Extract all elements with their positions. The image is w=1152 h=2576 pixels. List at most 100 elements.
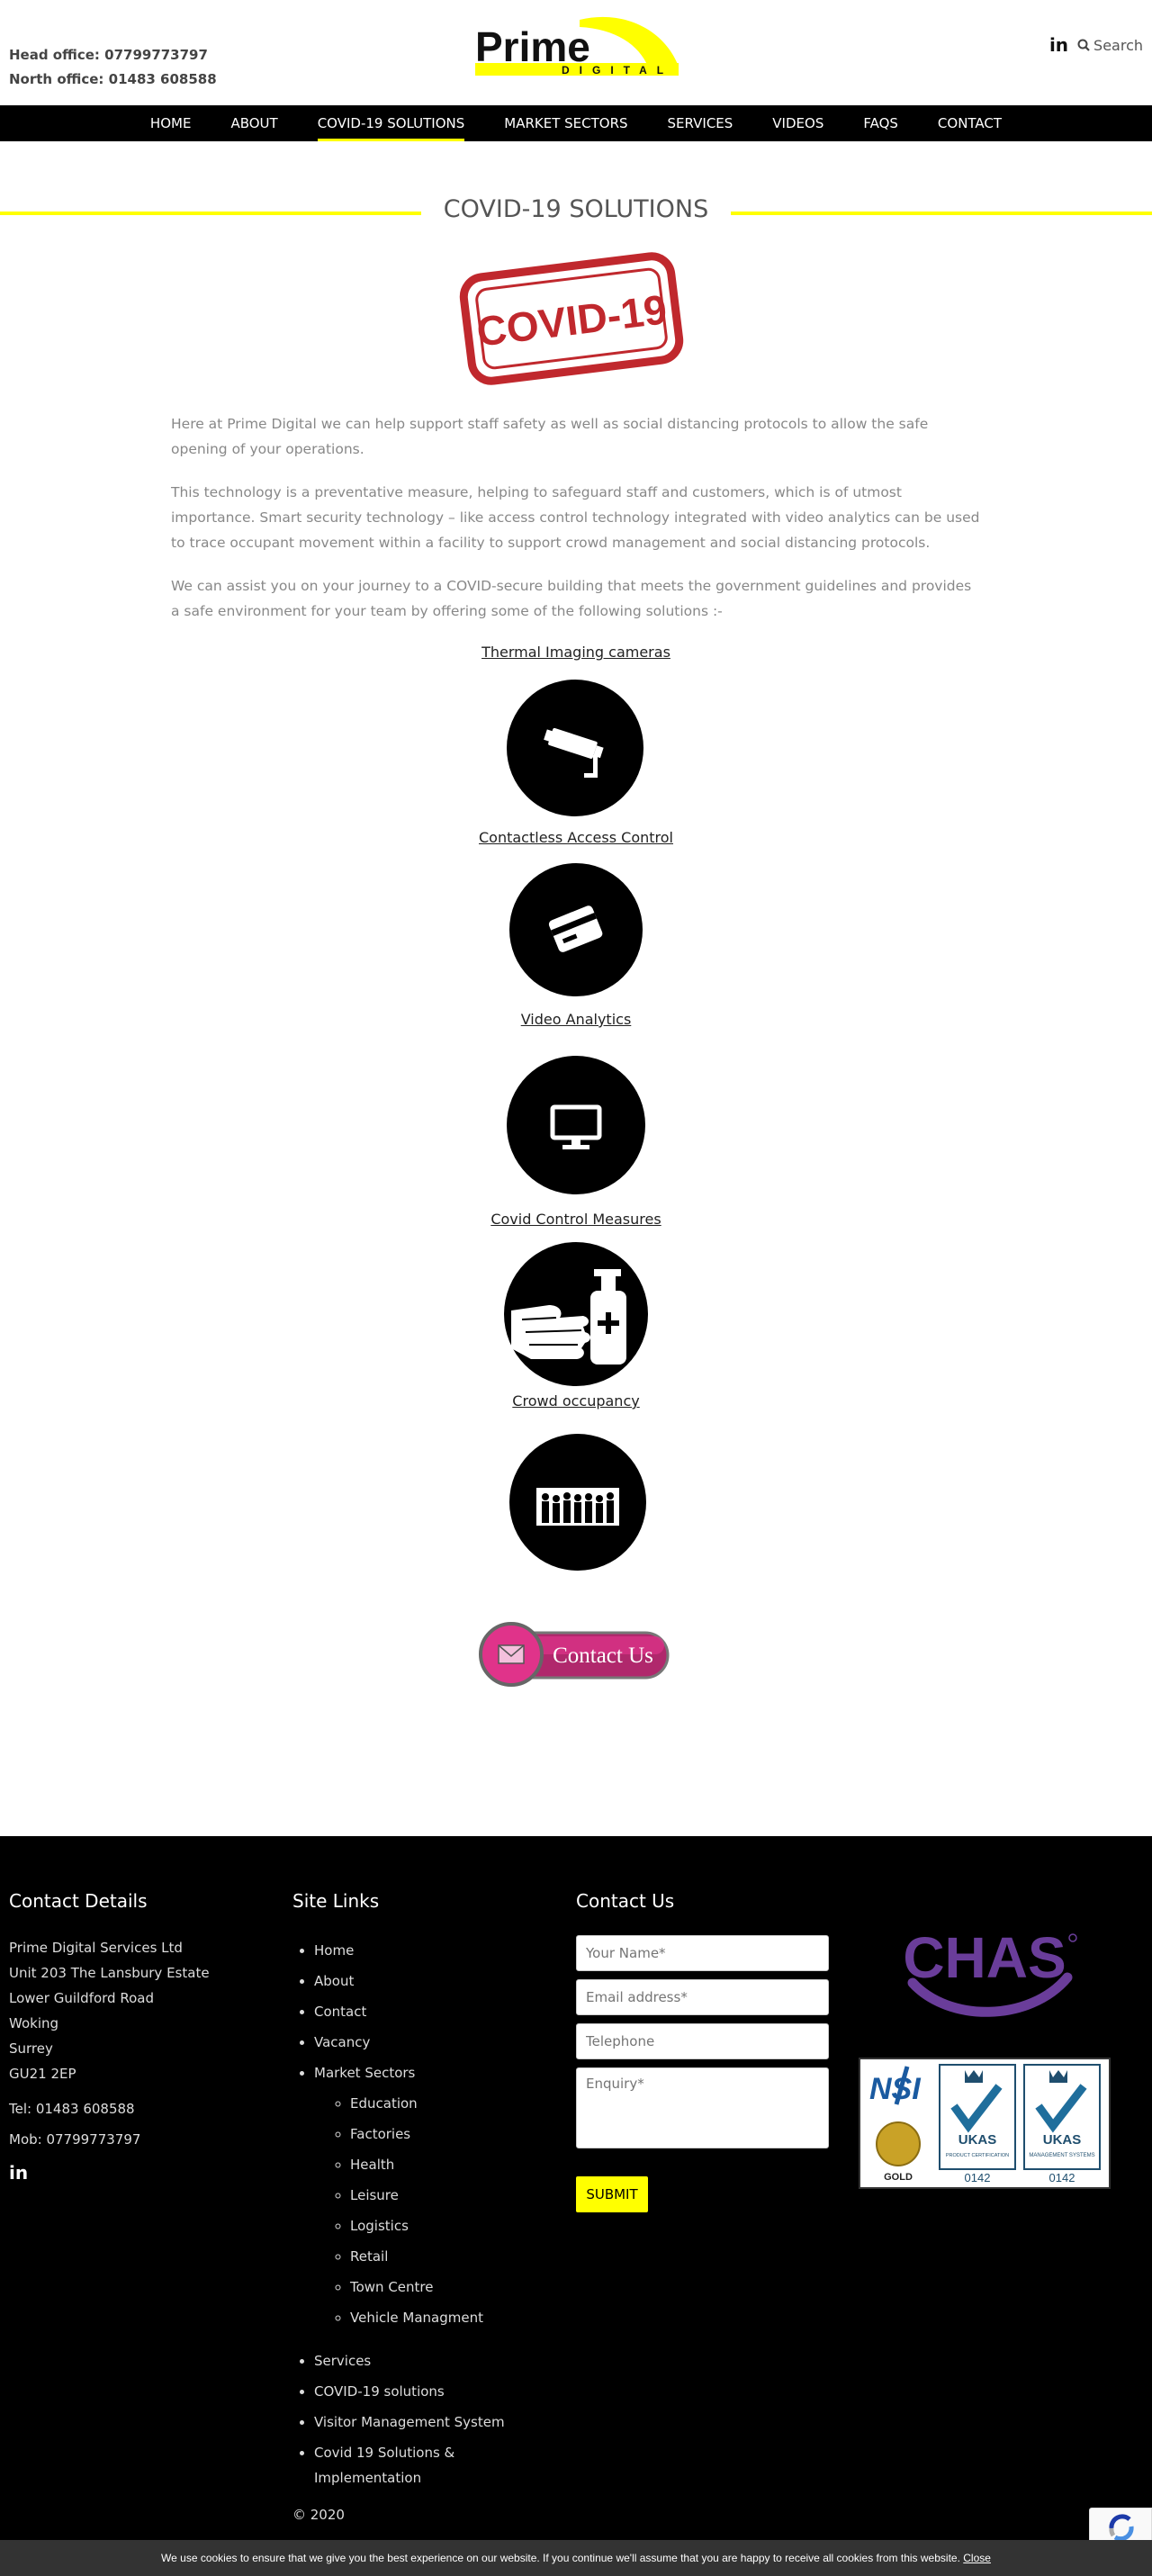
footer-linkedin-icon[interactable]: in [9,2162,210,2184]
covid-stamp-image: COVID-19 [459,252,684,385]
access-card-icon[interactable] [509,863,643,996]
cookie-banner: We use cookies to ensure that we give yo… [0,2540,1152,2576]
ukas-product-num: 0142 [965,2171,991,2184]
solution-link-video-analytics[interactable]: Video Analytics [0,1011,1152,1028]
prime-digital-logo[interactable]: Prime DIGITAL [472,13,680,79]
header-tools: in Search [1049,34,1143,56]
solution-link-crowd-occupancy[interactable]: Crowd occupancy [0,1392,1152,1410]
contact-form-heading: Contact Us [576,1890,675,1912]
main-content: COVID-19 SOLUTIONS COVID-19 Here at Prim… [0,141,1152,1836]
nav-link-about[interactable]: ABOUT [230,115,277,131]
hand-sanitiser-icon[interactable] [504,1242,648,1386]
enquiry-textarea[interactable] [576,2067,829,2148]
market-sectors-sublist: Education Factories Health Leisure Logis… [350,2088,505,2333]
nav-item-videos[interactable]: VIDEOS [772,105,824,141]
chas-text: CHAS [903,1925,1066,1990]
site-link-covid-solutions[interactable]: COVID-19 solutions [314,2376,505,2407]
name-input[interactable] [576,1935,829,1971]
submit-button[interactable]: SUBMIT [576,2176,648,2212]
site-links-list: Home About Contact Vacancy Market Sector… [292,1935,505,2490]
contact-us-button[interactable]: Contact Us [479,1620,673,1689]
footer-mob[interactable]: Mob: 07799773797 [9,2124,210,2155]
site-link-home[interactable]: Home [314,1935,505,1966]
office-numbers: Head office: 07799773797 North office: 0… [9,43,217,92]
site-link-about[interactable]: About [314,1966,505,1996]
nav-item-contact[interactable]: CONTACT [938,105,1002,141]
site-link-leisure[interactable]: Leisure [350,2180,505,2211]
nav-item-about[interactable]: ABOUT [230,105,277,141]
nav-link-covid-solutions[interactable]: COVID-19 SOLUTIONS [318,115,465,131]
nav-item-covid-solutions[interactable]: COVID-19 SOLUTIONS [317,105,465,141]
page-title: COVID-19 SOLUTIONS [443,195,709,223]
site-link-town-centre[interactable]: Town Centre [350,2272,505,2302]
address-line: Unit 203 The Lansbury Estate [9,1965,210,1981]
nav-link-faqs[interactable]: FAQS [863,115,898,131]
intro-paragraph-3: We can assist you on your journey to a C… [171,578,972,619]
nav-link-home[interactable]: HOME [150,115,192,131]
site-links-heading: Site Links [292,1890,380,1912]
footer-address: Prime Digital Services Ltd Unit 203 The … [9,1935,210,2086]
chas-logo: CHAS [903,1925,1077,2017]
footer-phones: Tel: 01483 608588 Mob: 07799773797 [9,2094,210,2155]
search-icon [1077,39,1090,51]
site-link-logistics[interactable]: Logistics [350,2211,505,2241]
linkedin-icon[interactable]: in [1049,34,1068,56]
site-link-visitor-management[interactable]: Visitor Management System [314,2407,505,2437]
nav-item-home[interactable]: HOME [150,105,192,141]
crowd-icon[interactable] [509,1434,646,1571]
ukas-product-title: UKAS [958,2132,997,2148]
ukas-management-num: 0142 [1049,2171,1076,2184]
recaptcha-icon [1109,2514,1134,2542]
nav-item-faqs[interactable]: FAQS [863,105,898,141]
north-office-phone[interactable]: North office: 01483 608588 [9,68,217,92]
site-link-services[interactable]: Services [314,2346,505,2376]
cctv-camera-icon[interactable] [507,680,644,816]
intro-text: Here at Prime Digital we can help suppor… [171,411,981,642]
footer-contact-details: Contact Details Prime Digital Services L… [9,1890,210,2184]
site-link-health[interactable]: Health [350,2149,505,2180]
site-link-vehicle-management[interactable]: Vehicle Managment [350,2302,505,2333]
site-footer: Contact Details Prime Digital Services L… [0,1836,1152,2540]
monitor-icon[interactable] [507,1056,645,1194]
nav-link-services[interactable]: SERVICES [668,115,734,131]
site-link-market-sectors[interactable]: Market Sectors Education Factories Healt… [314,2058,505,2333]
site-link-covid-implementation[interactable]: Covid 19 Solutions & Implementation [314,2437,494,2490]
solution-link-covid-control[interactable]: Covid Control Measures [0,1211,1152,1228]
address-line: GU21 2EP [9,2066,76,2082]
ukas-management-title: UKAS [1043,2132,1082,2148]
footer-contact-form: Contact Us SUBMIT [576,1890,829,2212]
solution-link-contactless-access[interactable]: Contactless Access Control [0,829,1152,846]
telephone-input[interactable] [576,2023,829,2059]
ukas-management-sub: MANAGEMENT SYSTEMS [1029,2153,1094,2158]
email-input[interactable] [576,1979,829,2015]
footer-site-links: Site Links Home About Contact Vacancy Ma… [292,1890,505,2523]
ukas-product-sub: PRODUCT CERTIFICATION [946,2153,1009,2158]
site-link-factories[interactable]: Factories [350,2119,505,2149]
intro-paragraph-2: This technology is a preventative measur… [171,484,980,551]
intro-paragraph-1: Here at Prime Digital we can help suppor… [171,416,929,457]
site-link-vacancy[interactable]: Vacancy [314,2027,505,2058]
site-link-retail[interactable]: Retail [350,2241,505,2272]
stamp-text: COVID-19 [474,285,670,355]
copyright: © 2020 [292,2507,345,2523]
head-office-phone[interactable]: Head office: 07799773797 [9,43,217,68]
nav-item-services[interactable]: SERVICES [668,105,734,141]
nav-link-contact[interactable]: CONTACT [938,115,1002,131]
nav-link-videos[interactable]: VIDEOS [772,115,824,131]
cookie-close-link[interactable]: Close [963,2552,991,2564]
address-line: Surrey [9,2040,53,2057]
nav-link-market-sectors[interactable]: MARKET SECTORS [504,115,627,131]
address-line: Lower Guildford Road [9,1990,154,2006]
address-line: Woking [9,2015,59,2031]
accreditation-badges: NSI GOLD UKAS PRODUCT CERTIFICATION 0142… [859,2058,1111,2189]
site-link-education[interactable]: Education [350,2088,505,2119]
nav-item-market-sectors[interactable]: MARKET SECTORS [504,105,627,141]
site-header: Head office: 07799773797 North office: 0… [0,0,1152,105]
search-toggle[interactable]: Search [1077,37,1143,54]
logo-sub-text: DIGITAL [562,64,673,77]
solution-link-thermal-imaging[interactable]: Thermal Imaging cameras [0,644,1152,661]
nsi-gold-text: GOLD [884,2172,913,2183]
site-link-contact[interactable]: Contact [314,1996,505,2027]
site-link-market-sectors-label[interactable]: Market Sectors [314,2065,415,2081]
footer-tel[interactable]: Tel: 01483 608588 [9,2094,210,2124]
